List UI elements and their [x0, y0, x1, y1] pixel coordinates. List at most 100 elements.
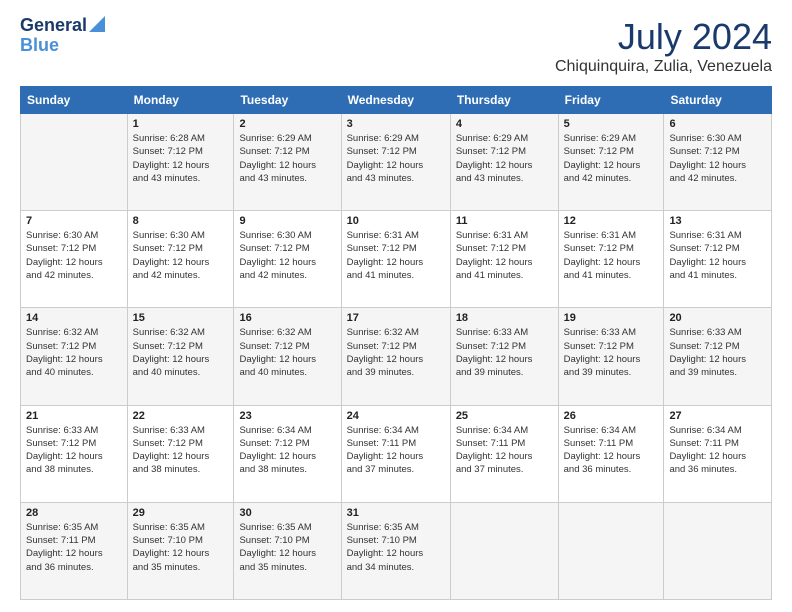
day-info: Sunrise: 6:32 AM Sunset: 7:12 PM Dayligh… [347, 326, 445, 379]
day-info: Sunrise: 6:33 AM Sunset: 7:12 PM Dayligh… [456, 326, 553, 379]
day-number: 11 [456, 215, 553, 227]
day-info: Sunrise: 6:29 AM Sunset: 7:12 PM Dayligh… [239, 132, 335, 185]
col-saturday: Saturday [664, 87, 772, 114]
table-row: 24 Sunrise: 6:34 AM Sunset: 7:11 PM Dayli… [341, 405, 450, 502]
day-info: Sunrise: 6:30 AM Sunset: 7:12 PM Dayligh… [133, 229, 229, 282]
table-row: 13 Sunrise: 6:31 AM Sunset: 7:12 PM Dayli… [664, 211, 772, 308]
table-row: 29 Sunrise: 6:35 AM Sunset: 7:10 PM Dayli… [127, 502, 234, 599]
day-info: Sunrise: 6:30 AM Sunset: 7:12 PM Dayligh… [26, 229, 122, 282]
table-row: 11Sunrise: 6:31 AM Sunset: 7:12 PM Dayli… [450, 211, 558, 308]
table-row: 18 Sunrise: 6:33 AM Sunset: 7:12 PM Dayli… [450, 308, 558, 405]
table-row: 9 Sunrise: 6:30 AM Sunset: 7:12 PM Daylig… [234, 211, 341, 308]
day-number: 7 [26, 215, 122, 227]
day-info: Sunrise: 6:31 AM Sunset: 7:12 PM Dayligh… [564, 229, 659, 282]
day-number: 17 [347, 312, 445, 324]
table-row: 15 Sunrise: 6:32 AM Sunset: 7:12 PM Dayli… [127, 308, 234, 405]
title-block: July 2024 Chiquinquira, Zulia, Venezuela [555, 16, 772, 76]
table-row: 30 Sunrise: 6:35 AM Sunset: 7:10 PM Dayli… [234, 502, 341, 599]
day-number: 29 [133, 507, 229, 519]
col-sunday: Sunday [21, 87, 128, 114]
table-row: 7 Sunrise: 6:30 AM Sunset: 7:12 PM Daylig… [21, 211, 128, 308]
table-row [21, 114, 128, 211]
calendar-week-1: 1 Sunrise: 6:28 AM Sunset: 7:12 PM Daylig… [21, 114, 772, 211]
calendar-table: Sunday Monday Tuesday Wednesday Thursday… [20, 86, 772, 600]
day-info: Sunrise: 6:31 AM Sunset: 7:12 PM Dayligh… [347, 229, 445, 282]
day-info: Sunrise: 6:34 AM Sunset: 7:11 PM Dayligh… [347, 424, 445, 477]
table-row: 23 Sunrise: 6:34 AM Sunset: 7:12 PM Dayli… [234, 405, 341, 502]
day-number: 6 [669, 118, 766, 130]
table-row [664, 502, 772, 599]
table-row: 26 Sunrise: 6:34 AM Sunset: 7:11 PM Dayli… [558, 405, 664, 502]
col-thursday: Thursday [450, 87, 558, 114]
col-friday: Friday [558, 87, 664, 114]
day-number: 21 [26, 410, 122, 422]
day-info: Sunrise: 6:33 AM Sunset: 7:12 PM Dayligh… [564, 326, 659, 379]
table-row: 8 Sunrise: 6:30 AM Sunset: 7:12 PM Daylig… [127, 211, 234, 308]
day-number: 18 [456, 312, 553, 324]
table-row: 25Sunrise: 6:34 AM Sunset: 7:11 PM Dayli… [450, 405, 558, 502]
table-row: 4Sunrise: 6:29 AM Sunset: 7:12 PM Daylig… [450, 114, 558, 211]
col-wednesday: Wednesday [341, 87, 450, 114]
day-info: Sunrise: 6:30 AM Sunset: 7:12 PM Dayligh… [669, 132, 766, 185]
day-number: 25 [456, 410, 553, 422]
table-row: 6 Sunrise: 6:30 AM Sunset: 7:12 PM Daylig… [664, 114, 772, 211]
day-number: 10 [347, 215, 445, 227]
month-year-title: July 2024 [555, 16, 772, 58]
location-subtitle: Chiquinquira, Zulia, Venezuela [555, 58, 772, 76]
header: General Blue July 2024 Chiquinquira, Zul… [20, 16, 772, 76]
table-row: 14Sunrise: 6:32 AM Sunset: 7:12 PM Dayli… [21, 308, 128, 405]
day-info: Sunrise: 6:35 AM Sunset: 7:11 PM Dayligh… [26, 521, 122, 574]
table-row: 10 Sunrise: 6:31 AM Sunset: 7:12 PM Dayli… [341, 211, 450, 308]
day-info: Sunrise: 6:33 AM Sunset: 7:12 PM Dayligh… [669, 326, 766, 379]
day-info: Sunrise: 6:35 AM Sunset: 7:10 PM Dayligh… [239, 521, 335, 574]
day-number: 2 [239, 118, 335, 130]
day-number: 23 [239, 410, 335, 422]
day-info: Sunrise: 6:29 AM Sunset: 7:12 PM Dayligh… [564, 132, 659, 185]
day-number: 30 [239, 507, 335, 519]
header-row: Sunday Monday Tuesday Wednesday Thursday… [21, 87, 772, 114]
table-row: 19Sunrise: 6:33 AM Sunset: 7:12 PM Dayli… [558, 308, 664, 405]
day-number: 31 [347, 507, 445, 519]
day-info: Sunrise: 6:31 AM Sunset: 7:12 PM Dayligh… [669, 229, 766, 282]
day-number: 26 [564, 410, 659, 422]
day-number: 24 [347, 410, 445, 422]
day-number: 15 [133, 312, 229, 324]
day-info: Sunrise: 6:34 AM Sunset: 7:11 PM Dayligh… [564, 424, 659, 477]
calendar-week-5: 28Sunrise: 6:35 AM Sunset: 7:11 PM Dayli… [21, 502, 772, 599]
table-row: 16Sunrise: 6:32 AM Sunset: 7:12 PM Dayli… [234, 308, 341, 405]
day-info: Sunrise: 6:32 AM Sunset: 7:12 PM Dayligh… [133, 326, 229, 379]
table-row: 20Sunrise: 6:33 AM Sunset: 7:12 PM Dayli… [664, 308, 772, 405]
day-info: Sunrise: 6:34 AM Sunset: 7:11 PM Dayligh… [669, 424, 766, 477]
day-number: 13 [669, 215, 766, 227]
table-row: 17 Sunrise: 6:32 AM Sunset: 7:12 PM Dayli… [341, 308, 450, 405]
day-number: 27 [669, 410, 766, 422]
calendar-week-4: 21 Sunrise: 6:33 AM Sunset: 7:12 PM Dayli… [21, 405, 772, 502]
day-info: Sunrise: 6:29 AM Sunset: 7:12 PM Dayligh… [456, 132, 553, 185]
day-number: 22 [133, 410, 229, 422]
day-number: 1 [133, 118, 229, 130]
day-info: Sunrise: 6:33 AM Sunset: 7:12 PM Dayligh… [26, 424, 122, 477]
day-info: Sunrise: 6:35 AM Sunset: 7:10 PM Dayligh… [133, 521, 229, 574]
table-row: 12 Sunrise: 6:31 AM Sunset: 7:12 PM Dayli… [558, 211, 664, 308]
day-number: 3 [347, 118, 445, 130]
table-row: 3Sunrise: 6:29 AM Sunset: 7:12 PM Daylig… [341, 114, 450, 211]
day-info: Sunrise: 6:28 AM Sunset: 7:12 PM Dayligh… [133, 132, 229, 185]
col-monday: Monday [127, 87, 234, 114]
calendar-week-2: 7 Sunrise: 6:30 AM Sunset: 7:12 PM Daylig… [21, 211, 772, 308]
table-row [450, 502, 558, 599]
day-info: Sunrise: 6:33 AM Sunset: 7:12 PM Dayligh… [133, 424, 229, 477]
day-number: 5 [564, 118, 659, 130]
day-number: 12 [564, 215, 659, 227]
day-number: 9 [239, 215, 335, 227]
day-info: Sunrise: 6:34 AM Sunset: 7:12 PM Dayligh… [239, 424, 335, 477]
table-row: 21 Sunrise: 6:33 AM Sunset: 7:12 PM Dayli… [21, 405, 128, 502]
day-number: 14 [26, 312, 122, 324]
table-row: 28Sunrise: 6:35 AM Sunset: 7:11 PM Dayli… [21, 502, 128, 599]
logo: General Blue [20, 16, 105, 56]
table-row: 27 Sunrise: 6:34 AM Sunset: 7:11 PM Dayli… [664, 405, 772, 502]
table-row [558, 502, 664, 599]
day-info: Sunrise: 6:30 AM Sunset: 7:12 PM Dayligh… [239, 229, 335, 282]
day-number: 8 [133, 215, 229, 227]
day-number: 16 [239, 312, 335, 324]
table-row: 1 Sunrise: 6:28 AM Sunset: 7:12 PM Daylig… [127, 114, 234, 211]
